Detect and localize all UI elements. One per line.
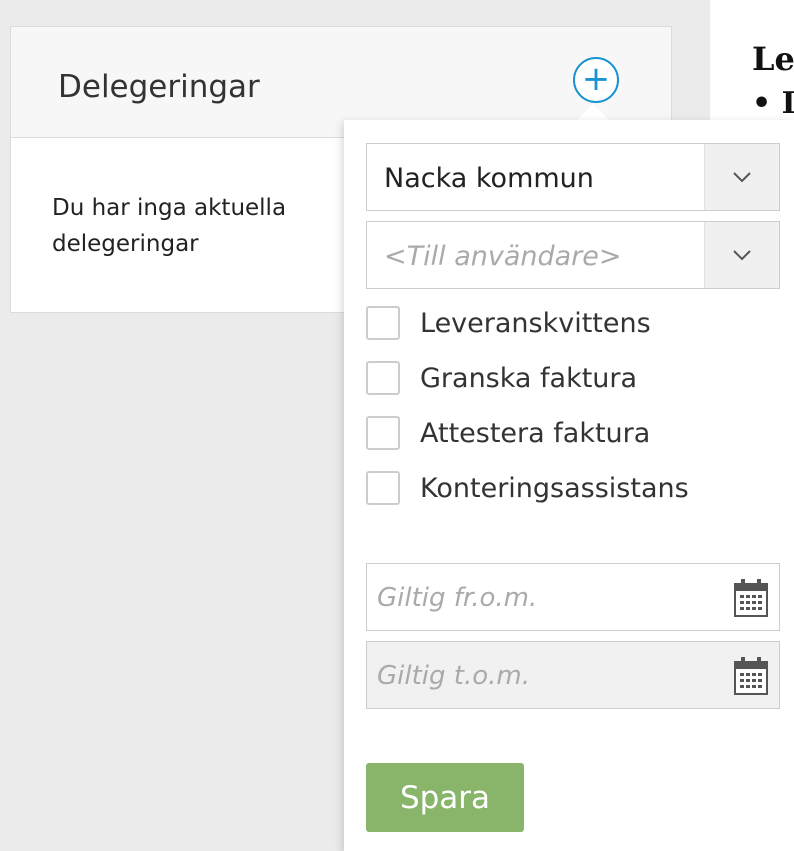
chevron-down-icon[interactable] [704, 144, 779, 210]
checkbox[interactable] [366, 471, 400, 505]
user-select-placeholder: <Till användare> [384, 241, 622, 272]
organization-select[interactable]: Nacka kommun [366, 143, 780, 211]
background-bullet: • I [752, 86, 794, 121]
role-option-granska-faktura[interactable]: Granska faktura [366, 360, 637, 396]
role-option-konteringsassistans[interactable]: Konteringsassistans [366, 470, 689, 506]
add-delegation-popover: Nacka kommun <Till användare> Leveranskv… [344, 120, 794, 851]
calendar-icon[interactable] [733, 578, 769, 618]
chevron-down-icon[interactable] [704, 222, 779, 288]
valid-from-placeholder: Giltig fr.o.m. [377, 583, 538, 613]
save-button[interactable]: Spara [366, 763, 524, 832]
checkbox[interactable] [366, 416, 400, 450]
checkbox-label: Konteringsassistans [420, 472, 689, 504]
plus-circle-icon[interactable]: + [573, 57, 619, 103]
background-heading: Le [752, 40, 794, 78]
empty-message: Du har inga aktuella delegeringar [52, 195, 287, 257]
checkbox-label: Attestera faktura [420, 417, 651, 449]
organization-select-value: Nacka kommun [384, 163, 594, 194]
card-title: Delegeringar [58, 69, 260, 105]
checkbox-label: Leveranskvittens [420, 307, 651, 339]
role-option-leveranskvittens[interactable]: Leveranskvittens [366, 305, 651, 341]
checkbox[interactable] [366, 306, 400, 340]
valid-from-field[interactable]: Giltig fr.o.m. [366, 563, 780, 631]
valid-to-field[interactable]: Giltig t.o.m. [366, 641, 780, 709]
calendar-icon[interactable] [733, 656, 769, 696]
checkbox-label: Granska faktura [420, 362, 638, 394]
user-select[interactable]: <Till användare> [366, 221, 780, 289]
valid-to-placeholder: Giltig t.o.m. [377, 661, 531, 691]
checkbox[interactable] [366, 361, 400, 395]
popover-arrow [577, 104, 609, 120]
role-option-attestera-faktura[interactable]: Attestera faktura [366, 415, 650, 451]
